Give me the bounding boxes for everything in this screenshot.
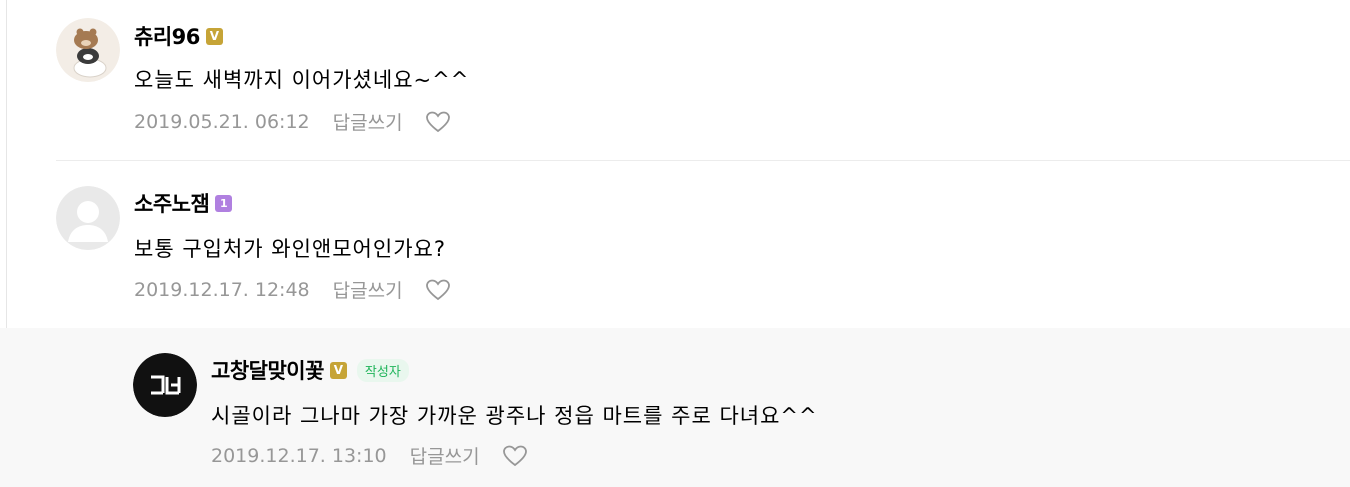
reply-item: 고창달맞이꽃 V 작성자 시골이라 그나마 가장 가까운 광주나 정읍 마트를 … bbox=[0, 328, 1350, 487]
comment-item: 소주노잼 1 보통 구입처가 와인앤모어인가요? 2019.12.17. 12:… bbox=[0, 161, 1350, 328]
comment-meta: 2019.12.17. 12:48 답글쓰기 bbox=[134, 276, 451, 303]
default-user-avatar-icon[interactable] bbox=[56, 186, 120, 250]
comment-text: 오늘도 새벽까지 이어가셨네요~^^ bbox=[134, 68, 470, 92]
reply-meta: 2019.12.17. 13:10 답글쓰기 bbox=[211, 442, 528, 469]
bear-stack-avatar-icon[interactable] bbox=[56, 18, 120, 82]
reply-button[interactable]: 답글쓰기 bbox=[333, 108, 403, 135]
reply-header: 고창달맞이꽃 V 작성자 bbox=[211, 356, 409, 384]
nickname[interactable]: 소주노잼 bbox=[134, 188, 210, 218]
heart-icon[interactable] bbox=[425, 278, 451, 302]
nickname[interactable]: 츄리96 bbox=[134, 21, 200, 51]
comment-header: 츄리96 V bbox=[134, 22, 223, 50]
comment-text: 보통 구입처가 와인앤모어인가요? bbox=[134, 237, 446, 261]
comment-date: 2019.05.21. 06:12 bbox=[134, 110, 310, 133]
level-badge: V bbox=[205, 27, 223, 45]
logo-avatar-icon[interactable] bbox=[133, 353, 197, 417]
reply-text: 시골이라 그나마 가장 가까운 광주나 정읍 마트를 주로 다녀요^^ bbox=[211, 404, 818, 428]
reply-button[interactable]: 답글쓰기 bbox=[333, 276, 403, 303]
heart-icon[interactable] bbox=[502, 444, 528, 468]
author-tag: 작성자 bbox=[356, 358, 409, 382]
comment-date: 2019.12.17. 12:48 bbox=[134, 278, 310, 301]
reply-button[interactable]: 답글쓰기 bbox=[410, 442, 480, 469]
reply-date: 2019.12.17. 13:10 bbox=[211, 444, 387, 467]
level-badge: 1 bbox=[215, 194, 233, 212]
comment-item: 츄리96 V 오늘도 새벽까지 이어가셨네요~^^ 2019.05.21. 06… bbox=[0, 0, 1350, 160]
comment-header: 소주노잼 1 bbox=[134, 188, 233, 218]
heart-icon[interactable] bbox=[425, 110, 451, 134]
nickname[interactable]: 고창달맞이꽃 bbox=[211, 355, 324, 385]
comment-meta: 2019.05.21. 06:12 답글쓰기 bbox=[134, 108, 451, 135]
level-badge: V bbox=[329, 361, 347, 379]
